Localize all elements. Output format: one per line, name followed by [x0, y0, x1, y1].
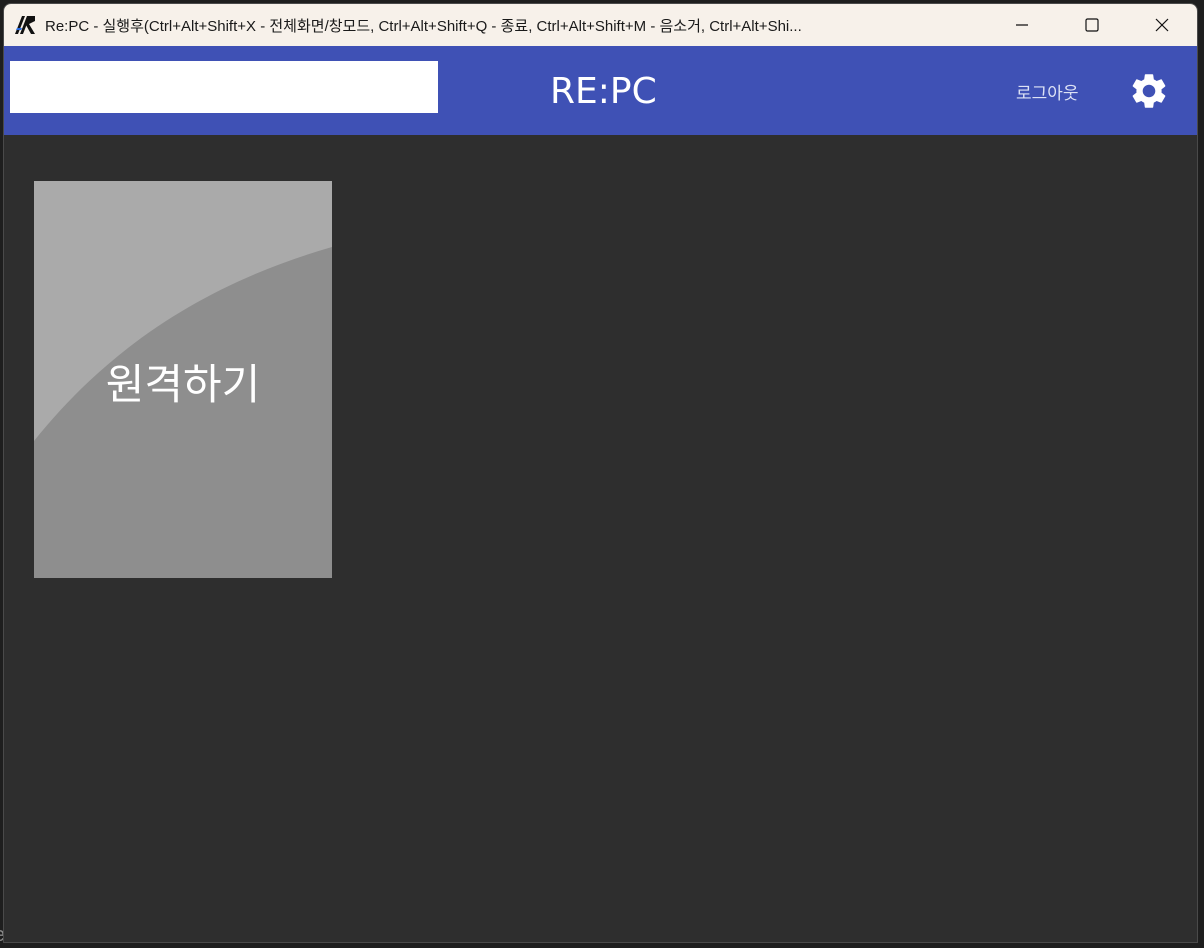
maximize-button[interactable] — [1057, 4, 1127, 46]
search-input[interactable] — [10, 61, 438, 113]
logout-button[interactable]: 로그아웃 — [1016, 79, 1079, 104]
close-icon — [1155, 18, 1169, 32]
remote-tile-label: 원격하기 — [105, 360, 261, 409]
title-bar[interactable]: Re:PC - 실행후(Ctrl+Alt+Shift+X - 전체화면/창모드,… — [4, 4, 1197, 46]
settings-button[interactable] — [1128, 70, 1170, 112]
app-bar: RE:PC 로그아웃 — [4, 46, 1197, 135]
maximize-icon — [1085, 18, 1099, 32]
window-title: Re:PC - 실행후(Ctrl+Alt+Shift+X - 전체화면/창모드,… — [45, 17, 802, 35]
repc-window: Re:PC - 실행후(Ctrl+Alt+Shift+X - 전체화면/창모드,… — [3, 3, 1198, 943]
repc-logo-icon — [14, 14, 36, 36]
minimize-icon — [1016, 24, 1028, 26]
remote-tile[interactable]: 원격하기 — [34, 181, 332, 578]
app-title: RE:PC — [550, 71, 657, 112]
window-controls — [987, 4, 1197, 46]
gear-icon — [1132, 74, 1166, 108]
minimize-button[interactable] — [987, 4, 1057, 46]
close-button[interactable] — [1127, 4, 1197, 46]
main-content: 원격하기 — [4, 135, 1197, 942]
